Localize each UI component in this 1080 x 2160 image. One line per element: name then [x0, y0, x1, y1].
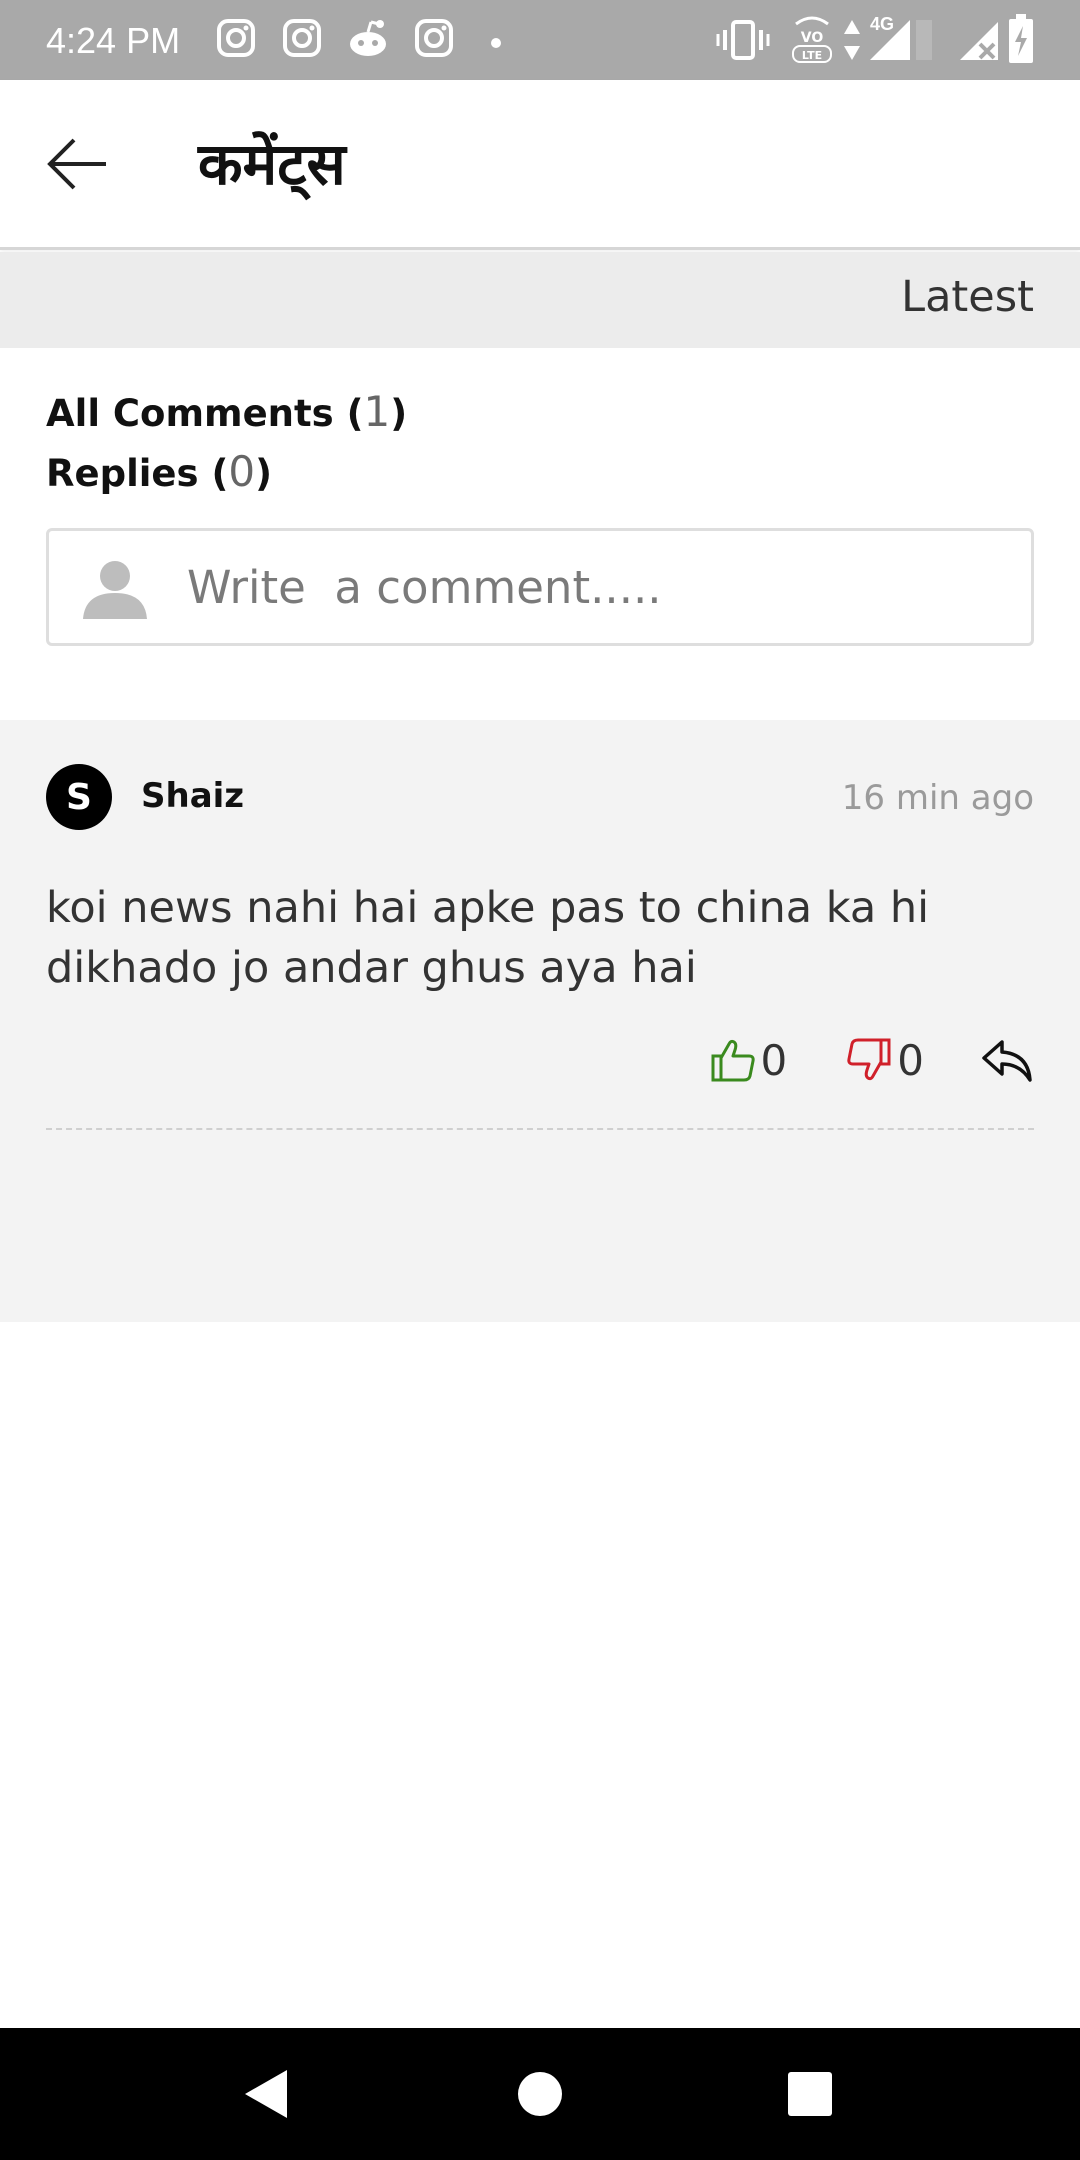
nav-back-icon — [243, 2068, 289, 2124]
vibrate-icon — [716, 20, 770, 64]
comment-author: Shaiz — [141, 776, 245, 816]
avatar: S — [46, 764, 112, 830]
comment-input-box[interactable] — [46, 528, 1034, 646]
like-count: 0 — [760, 1035, 788, 1085]
status-time: 4:24 PM — [46, 20, 181, 61]
sort-bar: Latest — [0, 252, 1080, 348]
svg-text:VO: VO — [801, 30, 824, 46]
reply-button[interactable] — [980, 1036, 1034, 1084]
system-nav-bar — [0, 2028, 1080, 2160]
dislike-button[interactable]: 0 — [845, 1036, 924, 1085]
arrow-left-icon — [46, 136, 110, 196]
back-button[interactable] — [44, 132, 112, 200]
all-comments-count: 1 — [363, 387, 391, 436]
nav-recents-button[interactable] — [782, 2068, 838, 2124]
replies-label: Replies — [46, 452, 199, 495]
comments-list: S Shaiz 16 min ago koi news nahi hai apk… — [0, 720, 1080, 1322]
dislike-count: 0 — [897, 1035, 924, 1085]
nav-back-button[interactable] — [238, 2068, 294, 2124]
battery-charging-icon — [1008, 14, 1034, 68]
like-button[interactable]: 0 — [709, 1035, 788, 1085]
replies-tab[interactable]: Replies (0) — [46, 442, 407, 502]
comment-counts: All Comments (1) Replies (0) — [46, 382, 407, 502]
instagram-icon — [282, 18, 322, 62]
thumbs-down-icon — [845, 1036, 893, 1084]
open-paren: ( — [346, 392, 364, 435]
nav-home-button[interactable] — [512, 2068, 568, 2124]
instagram-icon — [216, 18, 256, 62]
svg-text:4G: 4G — [870, 14, 894, 34]
svg-text:LTE: LTE — [802, 49, 822, 62]
instagram-icon — [414, 18, 454, 62]
nav-home-icon — [517, 2071, 563, 2121]
reply-icon — [980, 1036, 1034, 1084]
close-paren: ) — [390, 392, 408, 435]
app-bar: कमेंट्स — [0, 80, 1080, 250]
thumbs-up-icon — [709, 1036, 757, 1084]
nav-recents-icon — [787, 2071, 833, 2121]
close-paren: ) — [255, 452, 273, 495]
volte-icon: VO LTE — [790, 14, 834, 68]
status-bar: 4:24 PM VO LTE 4G — [0, 0, 1080, 80]
comment-time: 16 min ago — [841, 778, 1034, 818]
replies-count: 0 — [228, 447, 256, 496]
signal-4g-icon: 4G — [866, 14, 936, 66]
signal-no-sim-icon — [958, 18, 1002, 66]
comment-actions: 0 0 — [709, 1032, 1034, 1088]
page-title: कमेंट्स — [198, 130, 346, 198]
sort-latest-button[interactable]: Latest — [901, 272, 1034, 322]
comment-input[interactable] — [187, 531, 1007, 643]
open-paren: ( — [211, 452, 229, 495]
dot-icon — [490, 34, 502, 53]
comment-text: koi news nahi hai apke pas to china ka h… — [46, 883, 930, 993]
user-silhouette-icon — [79, 559, 151, 619]
reddit-icon — [346, 18, 390, 62]
comment-item: S Shaiz 16 min ago koi news nahi hai apk… — [46, 720, 1034, 1130]
all-comments-label: All Comments — [46, 392, 334, 435]
data-arrows-icon — [842, 18, 862, 66]
all-comments-tab[interactable]: All Comments (1) — [46, 382, 407, 442]
